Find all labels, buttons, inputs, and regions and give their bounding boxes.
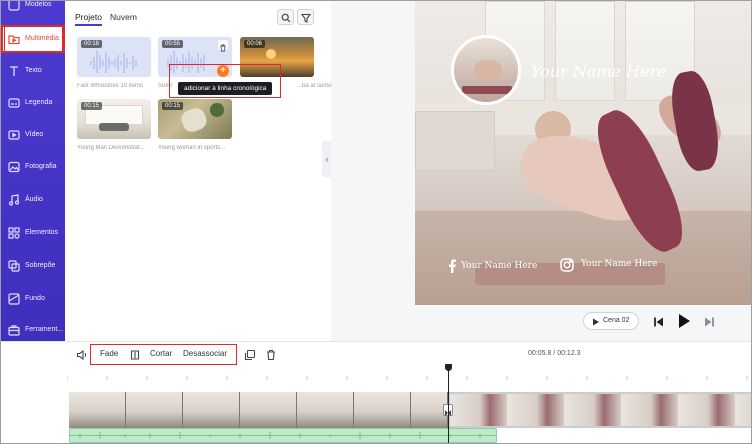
tools-icon <box>8 324 20 336</box>
search-button[interactable] <box>277 9 294 25</box>
plant-graphic <box>210 103 224 117</box>
instagram-icon <box>560 258 574 277</box>
sidebar-item-label: Elementos <box>25 229 59 236</box>
media-item-video-man[interactable]: 00:15 <box>77 99 151 139</box>
selected-clip[interactable] <box>448 392 751 428</box>
clip-frame <box>183 392 240 428</box>
sidebar-item-label: Texto <box>25 67 42 74</box>
duration-badge: 00:55 <box>162 40 184 48</box>
play-small-icon <box>593 318 599 326</box>
clip-frame <box>240 392 297 428</box>
sidebar-item-label: Fundo <box>25 295 45 302</box>
sidebar-item-overlays[interactable]: Sobrepõe <box>1 252 65 282</box>
duration-badge: 00:06 <box>244 40 266 48</box>
sidebar-item-photo[interactable]: Fotografia <box>1 153 65 183</box>
media-item-name: Young woman in sports... <box>158 145 226 151</box>
duplicate-button[interactable] <box>244 348 256 366</box>
highlight-box-add <box>169 64 281 98</box>
sidebar-item-label: Vídeo <box>25 131 44 138</box>
subtitle-icon <box>8 97 20 109</box>
facebook-icon <box>447 259 457 278</box>
time-ruler <box>67 376 748 380</box>
copy-icon <box>244 349 256 361</box>
play-icon <box>679 314 690 328</box>
sidebar-item-background[interactable]: Fundo <box>1 285 65 315</box>
sidebar-item-audio[interactable]: Áudio <box>1 186 65 216</box>
filter-button[interactable] <box>297 9 314 25</box>
duration-badge: 00:15 <box>81 102 103 110</box>
chevron-left-icon: ‹ <box>325 154 329 164</box>
figure-graphic <box>474 60 502 80</box>
overlay-icon <box>8 260 20 272</box>
sidebar-item-templates[interactable]: Modelos <box>1 1 65 21</box>
templates-icon <box>8 1 20 11</box>
video-preview[interactable]: Your Name Here Your Name Here Your Name … <box>415 1 751 305</box>
audio-track[interactable] <box>69 428 497 443</box>
sidebar-item-label: Sobrepõe <box>25 262 56 269</box>
skip-forward-icon <box>705 317 714 327</box>
photo-icon <box>8 161 20 173</box>
figure-graphic <box>178 105 210 135</box>
floor-graphic <box>415 211 751 305</box>
elements-icon <box>8 227 20 239</box>
figure-graphic <box>666 68 724 174</box>
sidebar-item-subtitle[interactable]: Legenda <box>1 89 65 119</box>
window-graphic <box>555 1 615 101</box>
clip-frame <box>69 392 126 428</box>
delete-button[interactable] <box>265 348 277 366</box>
instagram-name-text: Your Name Here <box>581 259 658 269</box>
sidebar-item-label: Legenda <box>25 99 53 106</box>
yoga-mat-graphic <box>462 86 512 94</box>
sun-graphic <box>266 49 276 59</box>
duration-badge: 00:15 <box>162 102 184 110</box>
highlight-box-media <box>4 25 63 53</box>
trash-icon <box>220 44 226 52</box>
figure-graphic <box>99 123 129 131</box>
name-title-text: Your Name Here <box>531 62 667 81</box>
facebook-name-text: Your Name Here <box>461 261 538 271</box>
clip-frame <box>126 392 183 428</box>
sidebar-item-label: Áudio <box>25 196 43 203</box>
scene-selector-button[interactable]: Cena 02 <box>583 312 639 330</box>
media-item-video-woman[interactable]: 00:15 <box>158 99 232 139</box>
sidebar-item-elements[interactable]: Elementos <box>1 219 65 249</box>
play-button[interactable] <box>677 313 691 334</box>
video-editor-window: Modelos Multimédia Texto Legenda Vídeo F… <box>0 0 752 444</box>
text-icon <box>8 65 20 77</box>
avatar <box>451 35 521 105</box>
speaker-icon <box>76 349 87 361</box>
music-icon <box>8 194 20 206</box>
media-item-name: Young Man Demonstrat... <box>77 145 145 151</box>
audio-waveform <box>70 432 496 439</box>
delete-item-button[interactable] <box>218 40 228 52</box>
sidebar-item-label: Modelos <box>25 1 52 8</box>
scene-label: Cena 02 <box>603 317 630 324</box>
media-item-audio-1[interactable]: 00:18 <box>77 37 151 77</box>
background-icon <box>8 293 20 305</box>
timeline-panel: Fade Cortar Desassociar 00:05.8 / 00:12.… <box>1 341 751 443</box>
next-button[interactable] <box>703 315 715 333</box>
trash-icon <box>267 349 275 361</box>
clip-frame <box>297 392 354 428</box>
skip-back-icon <box>654 317 663 327</box>
sidebar-item-label: Fotografia <box>25 163 57 170</box>
radiator-graphic <box>415 111 495 171</box>
sidebar-item-text[interactable]: Texto <box>1 57 65 87</box>
sidebar-item-label: Ferrament... <box>25 326 64 333</box>
video-icon <box>8 129 20 141</box>
previous-button[interactable] <box>653 315 665 333</box>
sidebar-item-video[interactable]: Vídeo <box>1 121 65 151</box>
duration-badge: 00:18 <box>81 40 103 48</box>
tab-project[interactable]: Projeto <box>75 12 102 26</box>
playhead[interactable] <box>445 364 452 443</box>
tab-cloud[interactable]: Nuvem <box>110 12 137 22</box>
time-display: 00:05.8 / 00:12.3 <box>528 350 581 357</box>
volume-button[interactable] <box>76 348 88 366</box>
video-track[interactable] <box>69 392 751 428</box>
media-item-name: Fast Whooshes 10 items <box>77 83 144 89</box>
clip-frame <box>354 392 411 428</box>
media-panel: Projeto Nuvem 00:18 Fast Whooshes 10 ite… <box>65 1 335 341</box>
highlight-box-toolbar <box>90 344 237 365</box>
playhead-handle[interactable] <box>445 364 452 371</box>
